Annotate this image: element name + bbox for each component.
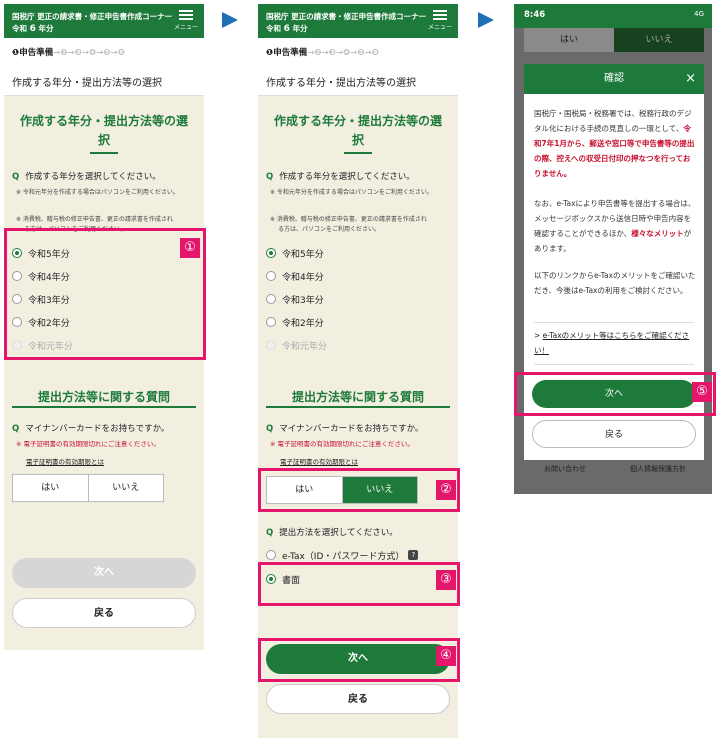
divider — [534, 322, 694, 323]
callout-badge-5: ⑤ — [692, 382, 712, 402]
tax-year: 令和 6 年分 — [266, 24, 308, 34]
app-header: 国税庁 更正の請求書・修正申告書作成コーナー 令和 6 年分 メニュー — [4, 4, 204, 38]
note-consumption-tax: ※ 消費税、贈与税の修正申告書、更正の請求書を作成され — [270, 216, 427, 223]
radio-year-r1: 令和元年分 — [266, 336, 327, 354]
link-certificate-expiry[interactable]: 電子証明書の有効期限とは — [26, 456, 104, 466]
callout-box-1 — [4, 228, 206, 360]
step-indicator: ❶申告準備→❷→❸→❹→❺→❽ — [258, 38, 458, 66]
hamburger-icon — [179, 10, 193, 20]
yes-button[interactable]: はい — [13, 475, 88, 501]
section-title-year: 作成する年分・提出方法等の選択 — [19, 114, 188, 147]
mynumber-toggle: はい いいえ — [12, 474, 164, 502]
section-title-submission: 提出方法等に関する質問 — [37, 390, 170, 404]
question-year: Q 作成する年分を選択してください。 — [266, 172, 415, 182]
next-button-disabled: 次へ — [12, 558, 196, 588]
radio-icon — [266, 271, 276, 281]
modal-back-button[interactable]: 戻る — [532, 420, 696, 448]
radio-year-r5[interactable]: 令和5年分 — [266, 244, 324, 262]
background-toggle: はい いいえ — [524, 28, 704, 52]
menu-button[interactable]: メニュー — [174, 10, 198, 31]
page-title: 作成する年分・提出方法等の選択 — [4, 66, 204, 96]
page-title: 作成する年分・提出方法等の選択 — [258, 66, 458, 96]
warning-certificate-expiry: ※ 電子証明書の有効期限切れにご注意ください。 — [270, 440, 414, 448]
radio-year-r2[interactable]: 令和2年分 — [266, 313, 324, 331]
app-title: 国税庁 更正の請求書・修正申告書作成コーナー — [12, 12, 173, 21]
tax-year: 令和 6 年分 — [12, 24, 54, 34]
screen-confirm-modal: 8:46 4G はい いいえ 確認 × 国税庁・国税局・税務署では、税務行政のデ… — [514, 4, 712, 494]
note-consumption-tax-2: る方は、パソコンをご利用ください。 — [278, 226, 381, 233]
radio-icon — [266, 248, 276, 258]
etax-merit-link[interactable]: > e-Taxのメリット等はこちらをご確認ください！ — [534, 328, 696, 358]
signal-indicator: 4G — [694, 10, 704, 18]
back-button[interactable]: 戻る — [266, 684, 450, 714]
question-mynumber: Q マイナンバーカードをお持ちですか。 — [266, 424, 424, 434]
modal-header: 確認 × — [524, 64, 704, 94]
flow-arrow-2 — [478, 12, 494, 28]
note-reiwa-gannen: ※ 令和元年分を作成する場合はパソコンをご利用ください。 — [16, 189, 179, 196]
no-button[interactable]: いいえ — [87, 475, 164, 501]
hamburger-icon — [433, 10, 447, 20]
radio-icon — [266, 317, 276, 327]
radio-icon — [266, 550, 276, 560]
modal-paragraph-3: 以下のリンクからe-Taxのメリットをご確認いただき、今後はe-Taxの利用をご… — [534, 271, 696, 295]
back-button[interactable]: 戻る — [12, 598, 196, 628]
status-bar: 8:46 4G — [514, 4, 712, 28]
modal-title: 確認 — [604, 73, 624, 84]
step-indicator: ❶申告準備→❷→❸→❹→❺→❻ — [4, 38, 204, 66]
radio-year-r3[interactable]: 令和3年分 — [266, 290, 324, 308]
note-reiwa-gannen: ※ 令和元年分を作成する場合はパソコンをご利用ください。 — [270, 189, 433, 196]
clock: 8:46 — [524, 10, 546, 20]
modal-paragraph-2: なお、e-Taxにより申告書等を提出する場合は、メッセージボックスから送信日時や… — [534, 199, 696, 253]
callout-box-3 — [258, 562, 460, 606]
app-title: 国税庁 更正の請求書・修正申告書作成コーナー — [266, 12, 427, 21]
privacy-policy-link[interactable]: 個人情報保護方針 — [630, 464, 686, 474]
link-certificate-expiry[interactable]: 電子証明書の有効期限とは — [280, 456, 358, 466]
callout-box-2 — [258, 468, 460, 512]
question-mynumber: Q マイナンバーカードをお持ちですか。 — [12, 424, 170, 434]
callout-box-5 — [514, 372, 716, 416]
menu-button[interactable]: メニュー — [428, 10, 452, 31]
divider — [534, 364, 694, 365]
screen-step-2: 国税庁 更正の請求書・修正申告書作成コーナー 令和 6 年分 メニュー ❶申告準… — [258, 4, 458, 738]
question-submission-method: Q 提出方法を選択してください。 — [266, 528, 398, 538]
callout-box-4 — [258, 638, 460, 682]
callout-badge-3: ③ — [436, 570, 456, 590]
radio-icon — [266, 294, 276, 304]
section-underline — [344, 152, 372, 154]
section-underline — [12, 406, 196, 408]
close-icon[interactable]: × — [685, 64, 696, 94]
callout-badge-1: ① — [180, 238, 200, 258]
help-icon[interactable]: ? — [408, 550, 419, 560]
section-title-year: 作成する年分・提出方法等の選択 — [273, 114, 442, 147]
modal-paragraph-1: 国税庁・国税局・税務署では、税務行政のデジタル化における手続の見直しの一環として… — [534, 109, 695, 178]
contact-link[interactable]: お問い合わせ — [544, 464, 586, 474]
section-underline — [266, 406, 450, 408]
radio-year-r4[interactable]: 令和4年分 — [266, 267, 324, 285]
note-consumption-tax: ※ 消費税、贈与税の修正申告書、更正の請求書を作成され — [16, 216, 173, 223]
question-year: Q 作成する年分を選択してください。 — [12, 172, 161, 182]
section-title-submission: 提出方法等に関する質問 — [291, 390, 424, 404]
app-header: 国税庁 更正の請求書・修正申告書作成コーナー 令和 6 年分 メニュー — [258, 4, 458, 38]
callout-badge-2: ② — [436, 480, 456, 500]
radio-icon — [266, 340, 276, 350]
callout-badge-4: ④ — [436, 646, 456, 666]
section-underline — [90, 152, 118, 154]
flow-arrow-1 — [222, 12, 238, 28]
warning-certificate-expiry: ※ 電子証明書の有効期限切れにご注意ください。 — [16, 440, 160, 448]
